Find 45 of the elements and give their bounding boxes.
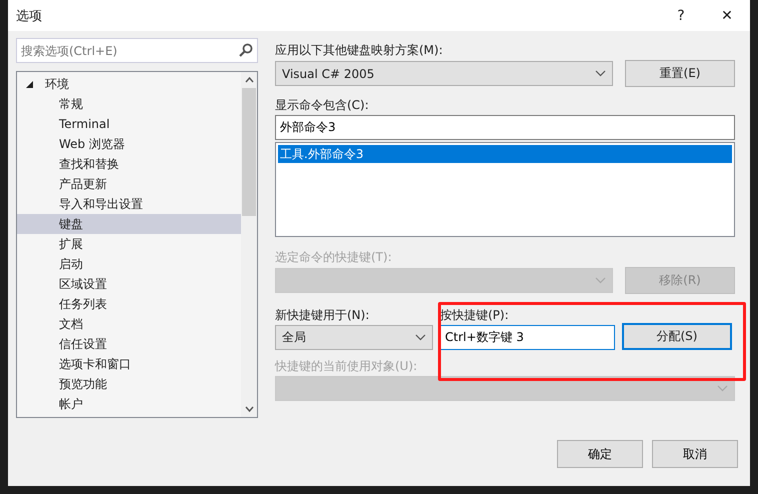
search-field[interactable]: 搜索选项(Ctrl+E) bbox=[16, 38, 258, 63]
assign-button[interactable]: 分配(S) bbox=[622, 323, 732, 350]
tree-item[interactable]: 文档 bbox=[17, 314, 241, 334]
scroll-thumb[interactable] bbox=[242, 88, 256, 216]
chevron-down-icon bbox=[717, 385, 728, 392]
tree-item[interactable]: 预览功能 bbox=[17, 374, 241, 394]
tree-item[interactable]: 信任设置 bbox=[17, 334, 241, 354]
scope-dropdown[interactable]: 全局 bbox=[275, 325, 433, 350]
ok-button[interactable]: 确定 bbox=[557, 440, 643, 468]
cancel-button[interactable]: 取消 bbox=[652, 440, 738, 468]
search-icon bbox=[239, 43, 253, 57]
field-label: 新快捷键用于(N): bbox=[275, 307, 370, 323]
close-button[interactable]: ✕ bbox=[704, 0, 750, 31]
shortcut-key-field[interactable]: Ctrl+数字键 3 bbox=[440, 325, 615, 350]
field-label: 应用以下其他键盘映射方案(M): bbox=[275, 42, 444, 58]
tree-item[interactable]: Terminal bbox=[17, 114, 241, 134]
tree-item[interactable]: 常规 bbox=[17, 94, 241, 114]
used-by-dropdown[interactable] bbox=[275, 376, 735, 401]
tree-item[interactable]: 扩展 bbox=[17, 234, 241, 254]
command-filter-field[interactable]: 外部命令3 bbox=[275, 115, 735, 140]
field-label: 显示命令包含(C): bbox=[275, 97, 370, 113]
reset-button[interactable]: 重置(E) bbox=[625, 60, 735, 87]
window-title: 选项 bbox=[16, 8, 43, 24]
help-button[interactable]: ? bbox=[658, 0, 704, 31]
tree-item[interactable]: 产品更新 bbox=[17, 174, 241, 194]
tree-item[interactable]: 导入和导出设置 bbox=[17, 194, 241, 214]
chevron-down-icon bbox=[415, 334, 426, 341]
tree-item[interactable]: 任务列表 bbox=[17, 294, 241, 314]
tree-item[interactable]: 启动 bbox=[17, 254, 241, 274]
tree-item[interactable]: Web 浏览器 bbox=[17, 134, 241, 154]
chevron-down-icon bbox=[595, 70, 606, 77]
tree-item[interactable]: 查找和替换 bbox=[17, 154, 241, 174]
tree-item[interactable]: 帐户 bbox=[17, 394, 241, 414]
tree-item[interactable]: 区域设置 bbox=[17, 274, 241, 294]
chevron-down-icon bbox=[595, 277, 606, 284]
scrollbar[interactable] bbox=[241, 72, 257, 417]
expanded-triangle-icon[interactable] bbox=[26, 80, 33, 88]
tree-item[interactable]: 选项卡和窗口 bbox=[17, 354, 241, 374]
mapping-scheme-dropdown[interactable]: Visual C# 2005 bbox=[275, 61, 613, 86]
tree-item[interactable]: 键盘 bbox=[17, 214, 241, 234]
command-list-item[interactable]: 工具.外部命令3 bbox=[278, 145, 732, 163]
field-label: 按快捷键(P): bbox=[440, 307, 510, 323]
tree-item[interactable]: 环境 bbox=[17, 74, 241, 94]
field-label: 快捷键的当前使用对象(U): bbox=[275, 358, 418, 374]
field-label: 选定命令的快捷键(T): bbox=[275, 249, 393, 265]
